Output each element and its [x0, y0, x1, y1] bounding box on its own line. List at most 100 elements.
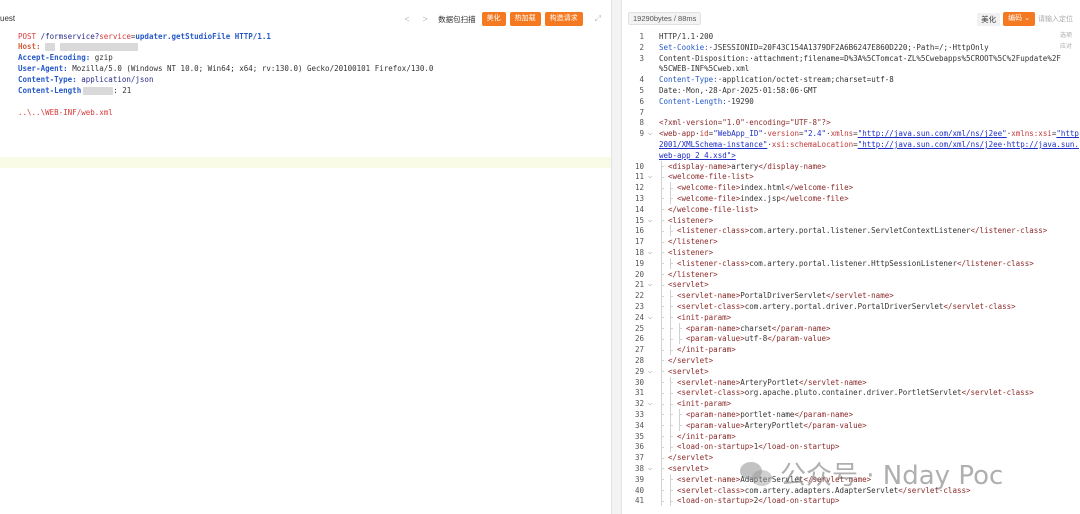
- line-number: 8: [639, 118, 644, 128]
- line-number: 40: [634, 485, 644, 495]
- line-number: 15: [634, 215, 644, 225]
- code-line: Content-Type:·application/octet-stream;c…: [659, 75, 894, 85]
- header-content-length: Content-Length: 21: [18, 86, 132, 95]
- fold-toggle-icon[interactable]: ⌵: [648, 279, 652, 290]
- fold-toggle-icon[interactable]: ⌵: [648, 366, 652, 377]
- indent-tick: [670, 306, 673, 308]
- code-line: <servlet>: [668, 366, 709, 376]
- request-editor[interactable]: POST /formservice?service=updater.getStu…: [0, 31, 611, 514]
- beautify-button[interactable]: 美化: [481, 12, 506, 26]
- fold-toggle-icon[interactable]: ⌵: [648, 463, 652, 474]
- indent-tick: [670, 263, 673, 265]
- fold-toggle-icon[interactable]: ⌵: [648, 171, 652, 182]
- fold-toggle-icon[interactable]: ⌵: [648, 128, 652, 139]
- line-number: 14: [634, 204, 644, 214]
- code-line: </listener>: [668, 269, 718, 279]
- indent-tick: [670, 446, 673, 448]
- indent-tick: [661, 274, 664, 275]
- line-number: 21: [634, 280, 644, 290]
- request-pane: uest < > 数据包扫描 美化 热加载 构造请求 ⤢ POST /forms…: [0, 0, 612, 514]
- line-number: 3: [639, 53, 644, 63]
- side-notes: 选项 应对: [1060, 33, 1073, 50]
- next-arrow-icon[interactable]: >: [418, 14, 432, 24]
- scan-button[interactable]: 数据包扫描: [436, 14, 478, 25]
- indent-tick: [661, 468, 664, 470]
- line-number: [622, 63, 644, 74]
- indent-tick: [670, 328, 673, 329]
- code-line: <web-app·id="WebApp_ID"·version="2.4"·xm…: [659, 129, 1079, 139]
- search-input[interactable]: 请输入定位: [1038, 14, 1080, 24]
- current-line-highlight: [18, 157, 611, 168]
- construct-request-button[interactable]: 构造请求: [544, 12, 583, 26]
- header-host: Host:: [18, 41, 138, 52]
- indent-tick: [661, 382, 664, 383]
- indent-tick: [679, 338, 682, 340]
- code-line: HTTP/1.1·200: [659, 32, 714, 41]
- indent-tick: [670, 436, 673, 437]
- code-line: <init-param>: [677, 399, 732, 409]
- line-number: 31: [634, 388, 644, 398]
- code-line: <welcome-file-list>: [668, 172, 754, 182]
- code-line: <param-name>charset</param-name>: [686, 323, 831, 333]
- indent-tick: [670, 230, 673, 232]
- code-line: Content-Length:·19290: [659, 96, 754, 106]
- line-number: 38: [634, 464, 644, 473]
- fold-toggle-icon[interactable]: ⌵: [648, 215, 652, 226]
- indent-tick: [670, 317, 673, 319]
- indent-tick: [661, 328, 664, 329]
- encoding-button[interactable]: 编码 ⌄: [1003, 12, 1035, 26]
- line-number: 4: [639, 75, 644, 85]
- code-line: <servlet-class>com.artery.portal.driver.…: [677, 302, 1016, 311]
- current-line-gutter: [0, 157, 18, 168]
- line-number: 23: [634, 302, 644, 311]
- line-number: 13: [634, 194, 644, 203]
- line-number: 41: [634, 496, 644, 506]
- code-line: <listener>: [668, 215, 714, 225]
- response-editor[interactable]: 1 HTTP/1.1·200 2 Set-Cookie:·JSESSIONID=20F…: [622, 31, 1080, 514]
- line-number: 18: [634, 248, 644, 257]
- code-line: %5CWEB-INF%5Cweb.xml: [659, 64, 750, 74]
- fold-toggle-icon[interactable]: ⌵: [648, 247, 652, 258]
- code-line: </welcome-file-list>: [668, 204, 759, 214]
- code-line: Content-Disposition:·attachment;filename…: [659, 53, 1061, 63]
- fold-toggle-icon[interactable]: ⌵: [648, 398, 652, 409]
- line-number: 25: [634, 323, 644, 333]
- code-line: <servlet-class>org.apache.pluto.containe…: [677, 388, 1034, 398]
- line-number: 37: [634, 453, 644, 463]
- pane-splitter[interactable]: [612, 0, 622, 514]
- indent-tick: [661, 436, 664, 437]
- fold-toggle-icon[interactable]: ⌵: [648, 312, 652, 323]
- request-toolbar-actions: < > 数据包扫描 美化 热加载 构造请求 ⤢: [400, 12, 601, 26]
- line-number: 17: [634, 237, 644, 247]
- response-beautify-button[interactable]: 美化: [977, 12, 1001, 26]
- code-line: </listener>: [668, 237, 718, 247]
- indent-tick: [670, 198, 673, 200]
- code-line: <servlet-name>ArteryPortlet</servlet-nam…: [677, 377, 867, 387]
- indent-tick: [661, 252, 664, 254]
- indent-tick: [670, 414, 673, 416]
- prev-arrow-icon[interactable]: <: [400, 14, 414, 24]
- indent-tick: [661, 295, 664, 297]
- code-line: 2001/XMLSchema-instance"·xsi:schemaLocat…: [659, 140, 1079, 149]
- code-line: web-app_2_4.xsd">: [659, 150, 736, 160]
- code-line: <param-value>ArteryPortlet</param-value>: [686, 420, 867, 430]
- code-line: <listener-class>com.artery.portal.listen…: [677, 226, 1048, 236]
- indent-tick: [661, 479, 664, 481]
- code-line: <servlet>: [668, 280, 709, 290]
- indent-tick: [670, 392, 673, 394]
- indent-tick: [670, 349, 673, 351]
- hot-load-button[interactable]: 热加载: [509, 12, 541, 26]
- line-number: 11: [634, 172, 644, 182]
- expand-icon[interactable]: ⤢: [595, 14, 601, 24]
- indent-tick: [679, 425, 682, 427]
- indent-tick: [670, 425, 673, 427]
- chevron-down-icon: ⌄: [1024, 15, 1030, 22]
- indent-tick: [661, 425, 664, 427]
- indent-tick: [670, 295, 673, 297]
- code-line: Date:·Mon,·28·Apr·2025·01:58:06·GMT: [659, 86, 818, 95]
- indent-tick: [661, 241, 664, 243]
- line-number: 1: [639, 32, 644, 41]
- indent-tick: [661, 338, 664, 340]
- line-number: 7: [639, 107, 644, 117]
- line-number: 5: [639, 86, 644, 95]
